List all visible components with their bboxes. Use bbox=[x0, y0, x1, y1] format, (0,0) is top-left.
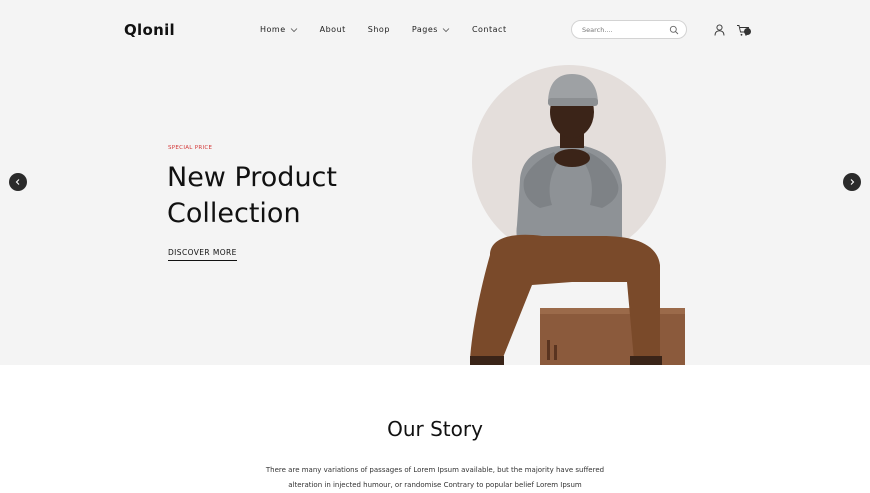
story-paragraph: There are many variations of passages of… bbox=[250, 463, 620, 493]
nav-item-pages[interactable]: Pages bbox=[412, 25, 450, 34]
site-logo[interactable]: Qlonil bbox=[124, 21, 175, 39]
nav-item-label: Shop bbox=[367, 25, 390, 34]
search-icon[interactable] bbox=[669, 25, 679, 35]
hero-eyebrow: SPECIAL PRICE bbox=[168, 145, 213, 151]
hero-title: New Product Collection bbox=[167, 160, 427, 232]
cart-count-badge bbox=[744, 28, 751, 35]
nav-item-contact[interactable]: Contact bbox=[472, 25, 507, 34]
hero-model-image bbox=[470, 65, 685, 365]
main-nav: Home About Shop Pages Contact bbox=[260, 25, 529, 34]
nav-item-label: Pages bbox=[411, 25, 438, 34]
site-header: Qlonil Home About Shop Pages Contact bbox=[0, 0, 870, 60]
hero-title-line: Collection bbox=[167, 198, 301, 229]
section-title: Our Story bbox=[387, 417, 483, 441]
hero-title-line: New Product bbox=[167, 162, 337, 193]
nav-item-shop[interactable]: Shop bbox=[368, 25, 390, 34]
nav-item-home[interactable]: Home bbox=[260, 25, 298, 34]
nav-item-label: About bbox=[319, 25, 346, 34]
search-box bbox=[571, 20, 687, 39]
chevron-right-icon bbox=[850, 179, 855, 185]
story-text-line: alteration in injected humour, or random… bbox=[288, 481, 582, 489]
search-input[interactable] bbox=[582, 21, 662, 38]
hero-banner: SPECIAL PRICE New Product Collection DIS… bbox=[0, 60, 870, 365]
user-icon[interactable] bbox=[714, 24, 725, 36]
carousel-next-button[interactable] bbox=[843, 173, 861, 191]
nav-item-label: Contact bbox=[471, 25, 507, 34]
chevron-down-icon bbox=[442, 27, 450, 32]
chevron-left-icon bbox=[15, 179, 20, 185]
chevron-down-icon bbox=[290, 27, 297, 32]
nav-item-about[interactable]: About bbox=[320, 25, 346, 34]
carousel-prev-button[interactable] bbox=[9, 173, 27, 191]
story-text-line: There are many variations of passages of… bbox=[265, 466, 605, 474]
discover-more-link[interactable]: DISCOVER MORE bbox=[168, 248, 237, 261]
nav-item-label: Home bbox=[260, 25, 286, 34]
